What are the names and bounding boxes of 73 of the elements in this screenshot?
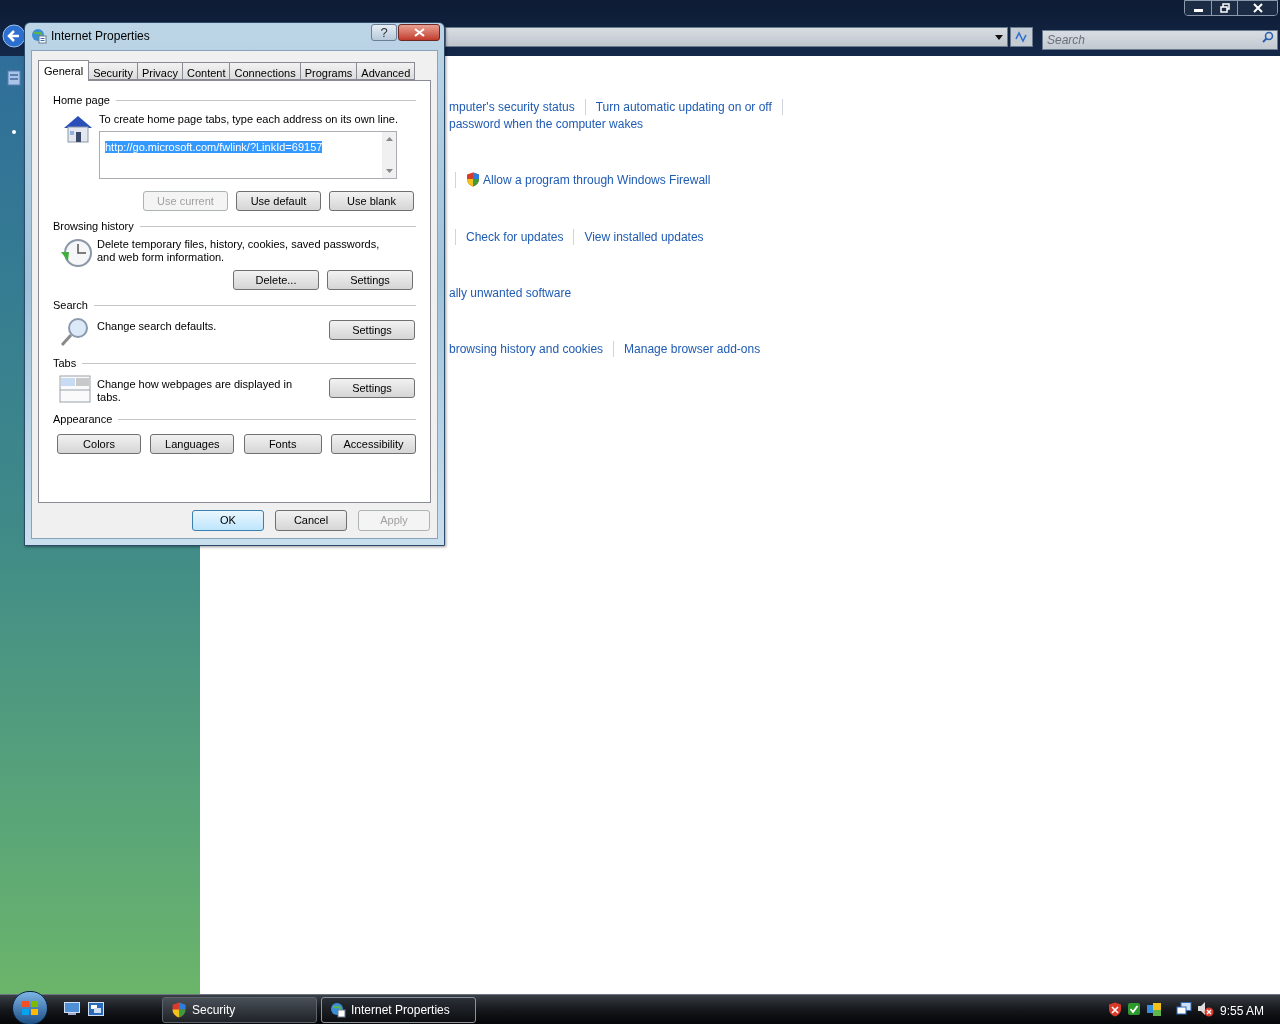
control-panel-icon[interactable]	[7, 70, 21, 86]
shield-icon	[171, 1002, 187, 1018]
task-link[interactable]: browsing history and cookies	[449, 339, 604, 358]
tab[interactable]: Advanced	[356, 62, 416, 80]
tab[interactable]: Security	[88, 62, 138, 80]
tab[interactable]: Programs	[299, 62, 358, 80]
button[interactable]: Cancel	[275, 510, 347, 531]
task-link[interactable]: Turn automatic updating on or off	[595, 97, 772, 116]
button[interactable]: Use default	[236, 191, 321, 211]
network-icon[interactable]	[1176, 1001, 1192, 1017]
button[interactable]: Settings	[329, 320, 415, 340]
restore-button[interactable]	[1211, 1, 1237, 15]
close-button[interactable]	[1237, 1, 1277, 15]
windows-logo-icon	[21, 1000, 39, 1016]
button[interactable]: Colors	[57, 434, 141, 454]
tab[interactable]: Privacy	[136, 62, 183, 80]
globe-icon	[31, 28, 47, 44]
search-icon[interactable]	[1262, 31, 1274, 43]
shield-warning-icon[interactable]	[1108, 1001, 1122, 1017]
desktop-icon[interactable]	[64, 1002, 80, 1016]
dialog-title: Internet Properties	[51, 28, 150, 45]
task-link[interactable]: View installed updates	[584, 227, 704, 246]
tab[interactable]: Connections	[229, 62, 301, 80]
windows-update-icon[interactable]	[1146, 1001, 1162, 1017]
description-text: Change how webpages are displayed in tabs.	[97, 377, 294, 404]
task-link[interactable]: Manage browser add-ons	[624, 339, 761, 358]
start-button[interactable]	[12, 991, 48, 1024]
close-icon	[1252, 3, 1263, 13]
button[interactable]: OK	[192, 510, 264, 531]
switch-windows-icon[interactable]	[88, 1002, 104, 1016]
search-field[interactable]: Search	[1042, 30, 1278, 50]
task-link[interactable]: Check for updates	[466, 227, 564, 246]
section-heading: Browsing history	[53, 218, 134, 234]
section-heading: Search	[53, 297, 88, 313]
button[interactable]: Delete...	[233, 270, 319, 290]
close-button[interactable]	[398, 24, 440, 41]
button[interactable]: Settings	[327, 270, 413, 290]
bullet-icon	[12, 130, 16, 134]
section-heading: Appearance	[53, 411, 113, 427]
task-link[interactable]: mputer's security status	[449, 97, 575, 116]
tab[interactable]: General	[38, 60, 90, 81]
task-link[interactable]: ally unwanted software	[449, 283, 572, 302]
description-text: Change search defaults.	[97, 319, 218, 334]
task-link[interactable]: password when the computer wakes	[449, 114, 644, 133]
restore-icon	[1219, 3, 1230, 13]
clock-icon	[59, 238, 93, 268]
description-text: To create home page tabs, type each address on its own line.	[99, 113, 399, 126]
taskbar-button[interactable]: Security	[162, 997, 317, 1023]
clock: 9:55 AM	[1220, 1003, 1265, 1020]
magnifier-icon	[59, 316, 91, 348]
button[interactable]: Settings	[329, 378, 415, 398]
firewall-link[interactable]: Allow a program through Windows Firewall	[466, 170, 711, 189]
back-icon[interactable]	[2, 24, 26, 48]
globe-icon	[330, 1002, 346, 1018]
section-heading: Home page	[53, 92, 110, 108]
minimize-button[interactable]	[1185, 1, 1211, 15]
section-heading: Tabs	[53, 355, 77, 371]
button[interactable]: Use blank	[329, 191, 414, 211]
button[interactable]: Fonts	[243, 434, 322, 454]
check-icon[interactable]	[1127, 1002, 1141, 1016]
tab[interactable]: Content	[181, 62, 231, 80]
tabbed-window-icon	[59, 374, 91, 404]
description-text: Delete temporary files, history, cookies, saved passwords, and web form information.	[97, 238, 381, 265]
button[interactable]: Languages	[150, 434, 235, 454]
taskbar-button[interactable]: Internet Properties	[321, 997, 476, 1023]
close-icon	[413, 28, 425, 37]
help-button[interactable]: ?	[371, 24, 397, 41]
scroll-bar[interactable]	[382, 132, 396, 178]
shield-icon	[466, 172, 480, 187]
dropdown-icon[interactable]	[995, 34, 1003, 40]
refresh-button[interactable]	[1010, 27, 1033, 47]
volume-muted-icon[interactable]	[1197, 1001, 1215, 1017]
button[interactable]: Accessibility	[331, 434, 416, 454]
